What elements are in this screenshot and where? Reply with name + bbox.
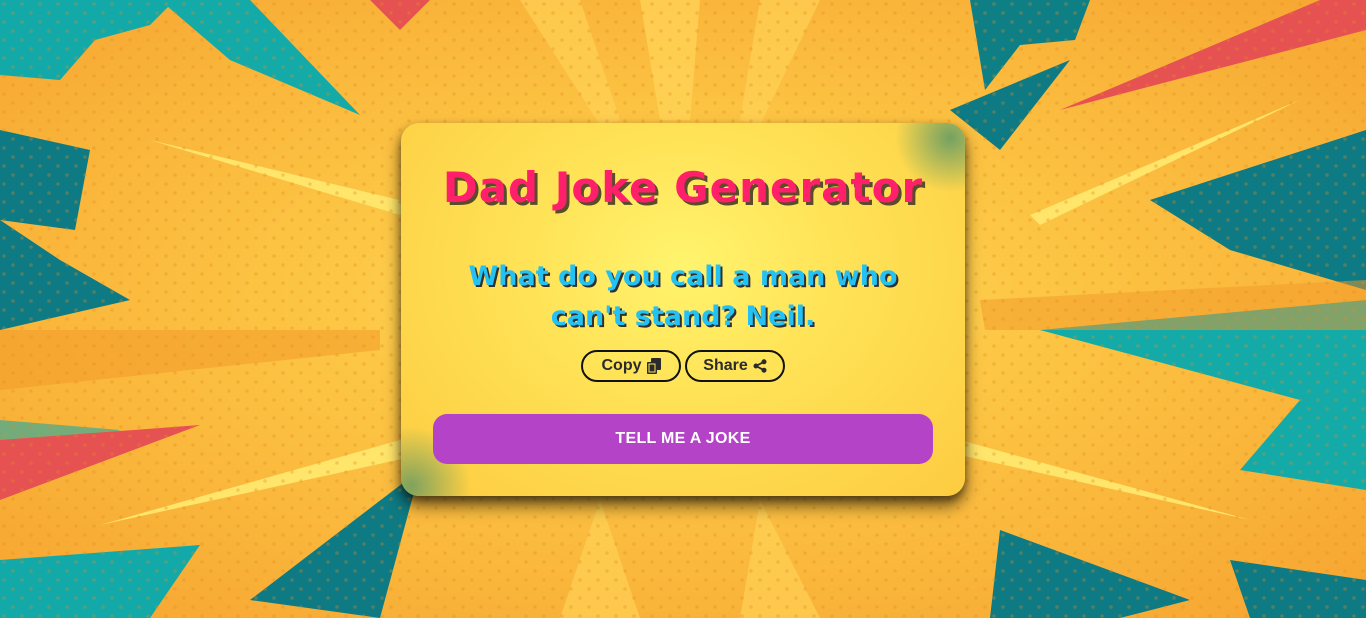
tell-joke-button[interactable]: TELL ME A JOKE <box>433 414 933 464</box>
copy-icon <box>646 358 661 374</box>
share-button-label: Share <box>703 357 748 374</box>
joke-text: What do you call a man who can't stand? … <box>468 261 898 332</box>
page-title: Dad Joke Generator <box>442 163 924 212</box>
share-button[interactable]: Share <box>685 350 785 382</box>
copy-button[interactable]: Copy <box>581 350 681 382</box>
joke-actions: Copy Share <box>401 350 965 382</box>
share-icon <box>753 359 767 373</box>
joke-card: Dad Joke Generator What do you call a ma… <box>401 123 965 496</box>
copy-button-label: Copy <box>601 357 642 374</box>
